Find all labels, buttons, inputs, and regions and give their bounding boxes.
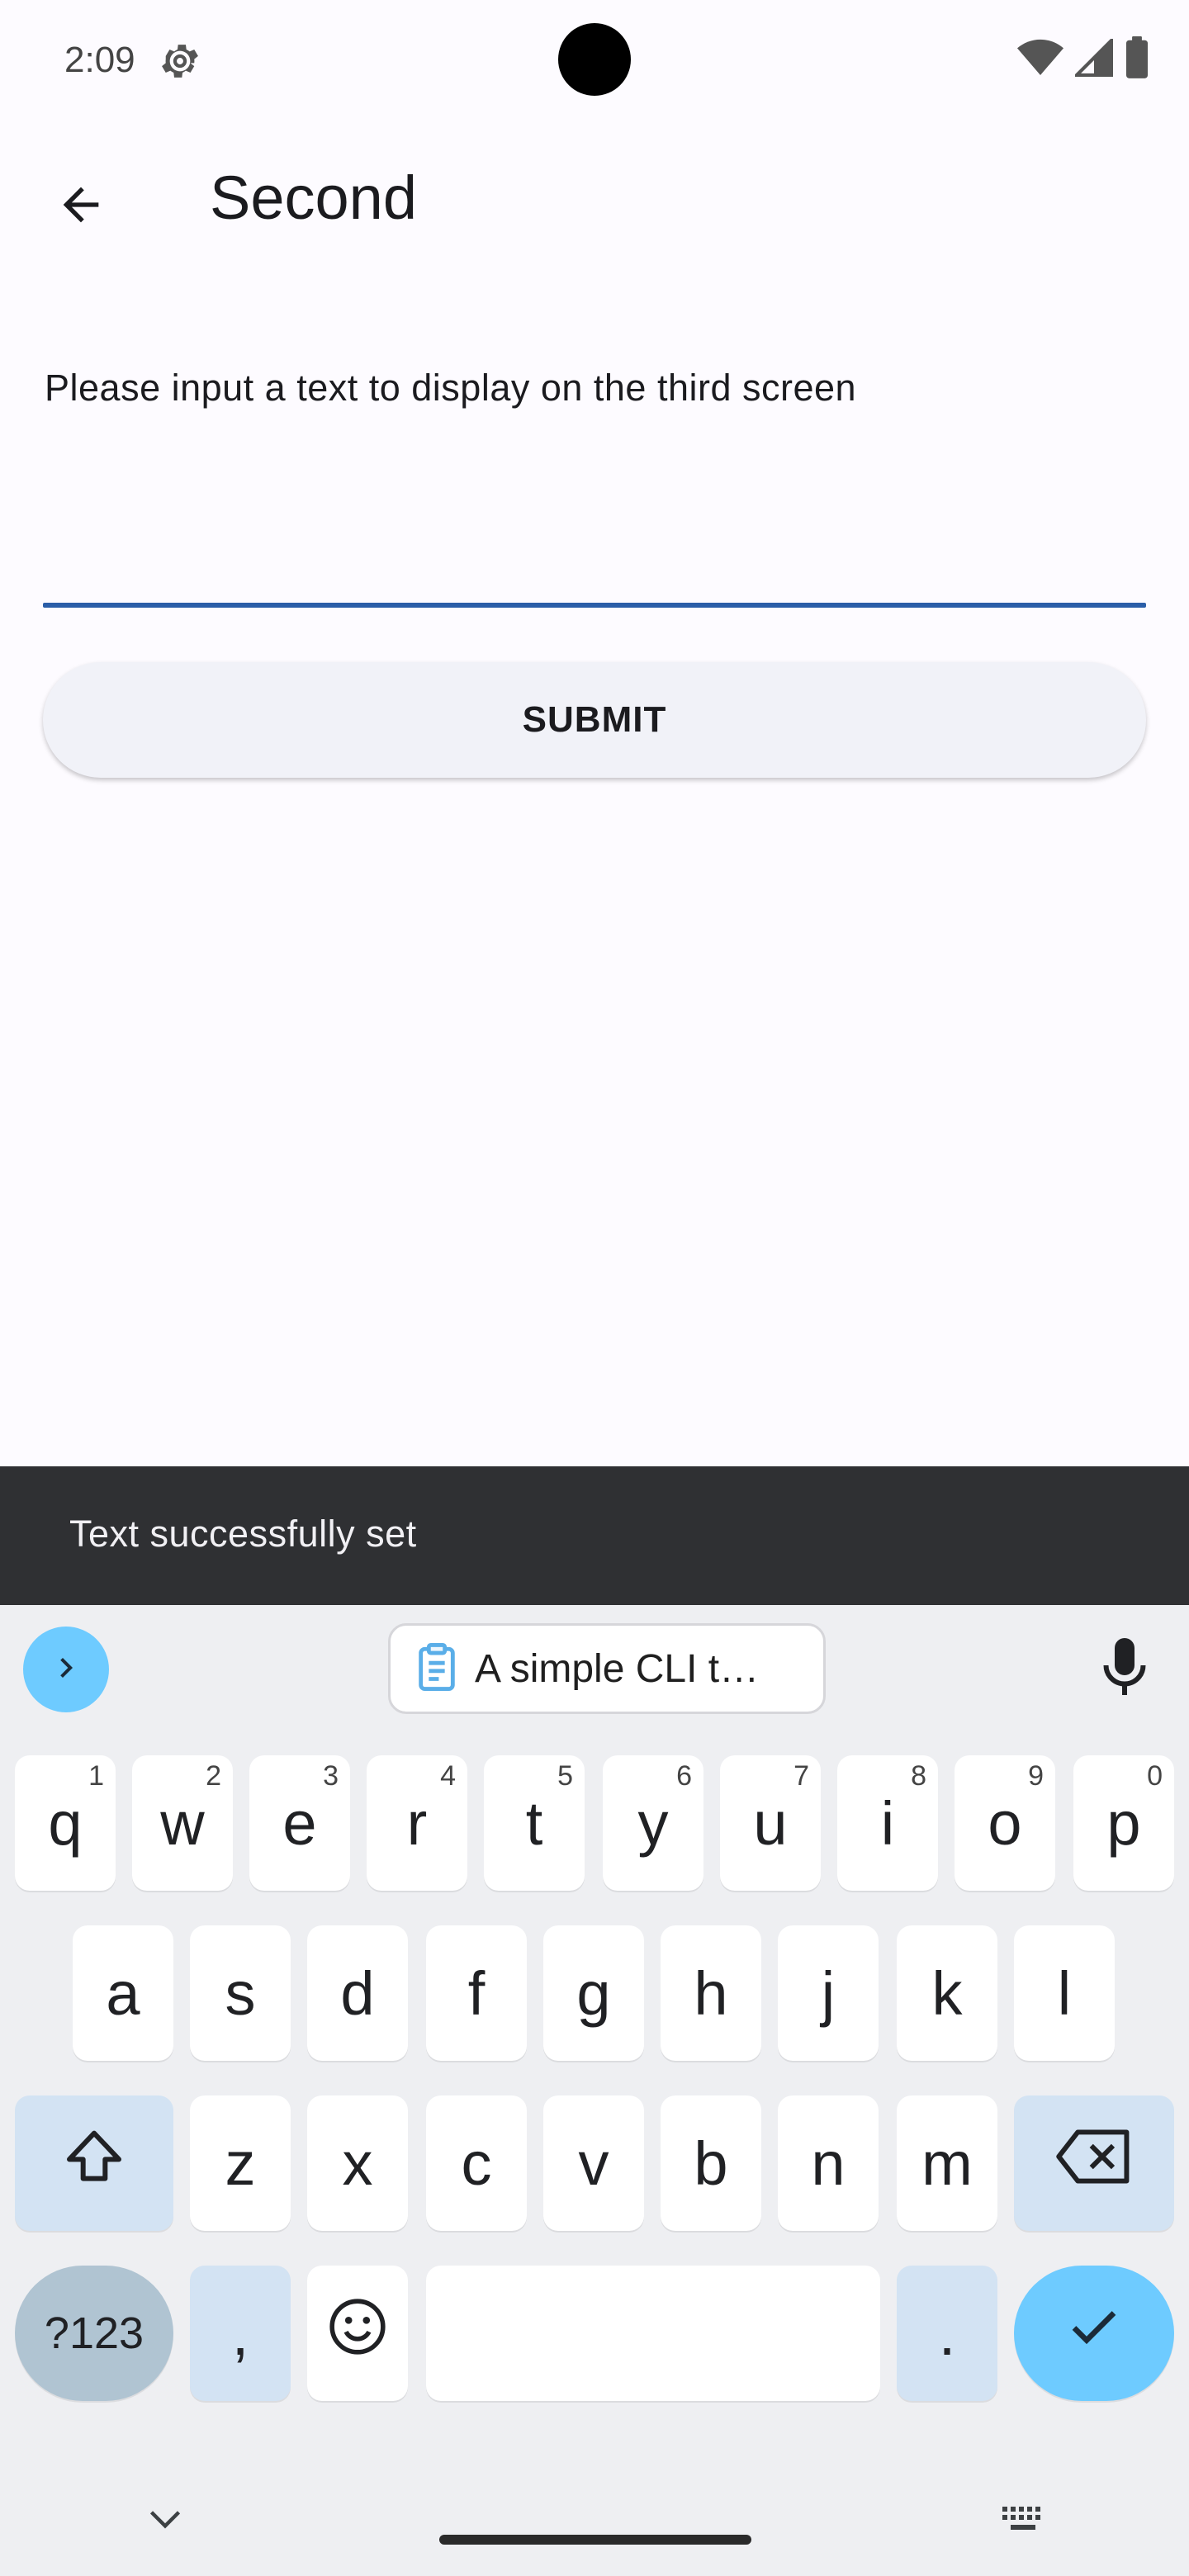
status-bar: 2:09: [0, 0, 1189, 119]
key-i[interactable]: i8: [837, 1755, 938, 1891]
key-v[interactable]: v: [543, 2095, 644, 2231]
status-icons: [1017, 36, 1149, 83]
key-hint: 7: [793, 1760, 809, 1792]
key-label: r: [406, 1788, 428, 1858]
comma-key[interactable]: ,: [190, 2266, 291, 2401]
chevron-down-icon: [147, 2507, 183, 2536]
key-label: q: [48, 1788, 83, 1858]
key-hint: 8: [911, 1760, 926, 1792]
arrow-back-icon: [54, 178, 107, 235]
status-time: 2:09: [64, 40, 135, 80]
key-c[interactable]: c: [426, 2095, 527, 2231]
page-title: Second: [210, 163, 417, 232]
wifi-icon: [1017, 38, 1063, 82]
text-input[interactable]: [43, 429, 1146, 594]
key-s[interactable]: s: [190, 1925, 291, 2061]
microphone-icon: [1100, 1637, 1149, 1702]
key-hint: 1: [88, 1760, 104, 1792]
keyboard-toolbar-expand-button[interactable]: [23, 1627, 109, 1712]
key-x[interactable]: x: [307, 2095, 408, 2231]
shift-key[interactable]: [15, 2095, 173, 2231]
key-label: p: [1106, 1788, 1141, 1858]
key-k[interactable]: k: [897, 1925, 997, 2061]
key-m[interactable]: m: [897, 2095, 997, 2231]
battery-icon: [1125, 36, 1149, 83]
key-hint: 2: [206, 1760, 221, 1792]
home-indicator[interactable]: [439, 2535, 751, 2545]
enter-key[interactable]: [1014, 2266, 1174, 2401]
back-button[interactable]: [35, 160, 127, 253]
key-y[interactable]: y6: [603, 1755, 703, 1891]
key-hint: 6: [676, 1760, 692, 1792]
key-z[interactable]: z: [190, 2095, 291, 2231]
cellular-signal-icon: [1073, 36, 1113, 81]
key-o[interactable]: o9: [955, 1755, 1055, 1891]
hide-keyboard-button[interactable]: [132, 2497, 198, 2546]
key-hint: 9: [1028, 1760, 1044, 1792]
key-label: t: [525, 1788, 543, 1858]
text-input-label: Please input a text to display on the th…: [45, 367, 857, 409]
text-input-underline: [43, 603, 1146, 608]
keyboard-icon: [1001, 2505, 1047, 2539]
key-n[interactable]: n: [778, 2095, 879, 2231]
key-j[interactable]: j: [778, 1925, 879, 2061]
emoji-key[interactable]: [307, 2266, 408, 2401]
camera-cutout: [558, 23, 631, 96]
submit-button[interactable]: SUBMIT: [43, 662, 1146, 778]
space-key[interactable]: [426, 2266, 880, 2401]
key-e[interactable]: e3: [249, 1755, 350, 1891]
key-hint: 3: [323, 1760, 339, 1792]
key-label: o: [988, 1788, 1022, 1858]
key-w[interactable]: w2: [132, 1755, 233, 1891]
key-l[interactable]: l: [1014, 1925, 1115, 2061]
emoji-icon: [327, 2296, 388, 2371]
key-p[interactable]: p0: [1073, 1755, 1174, 1891]
symbols-key[interactable]: ?123: [15, 2266, 173, 2401]
period-key[interactable]: .: [897, 2266, 997, 2401]
checkmark-icon: [1064, 2297, 1124, 2370]
app-bar: Second: [0, 119, 1189, 281]
key-label: y: [637, 1788, 669, 1858]
gear-icon: [157, 38, 203, 84]
key-d[interactable]: d: [307, 1925, 408, 2061]
key-label: u: [753, 1788, 788, 1858]
key-label: e: [282, 1788, 317, 1858]
key-a[interactable]: a: [73, 1925, 173, 2061]
key-hint: 4: [440, 1760, 456, 1792]
key-hint: 0: [1147, 1760, 1163, 1792]
clipboard-icon: [415, 1642, 458, 1695]
backspace-key[interactable]: [1014, 2095, 1174, 2231]
key-f[interactable]: f: [426, 1925, 527, 2061]
clipboard-suggestion-text: A simple CLI t…: [475, 1646, 760, 1691]
key-g[interactable]: g: [543, 1925, 644, 2061]
text-input-field[interactable]: Please input a text to display on the th…: [43, 363, 1146, 611]
key-label: w: [160, 1788, 205, 1858]
clipboard-suggestion-chip[interactable]: A simple CLI t…: [388, 1623, 826, 1714]
key-b[interactable]: b: [661, 2095, 761, 2231]
key-q[interactable]: q1: [15, 1755, 116, 1891]
key-u[interactable]: u7: [720, 1755, 821, 1891]
voice-input-button[interactable]: [1082, 1627, 1168, 1712]
key-label: i: [880, 1788, 895, 1858]
key-r[interactable]: r4: [367, 1755, 467, 1891]
switch-keyboard-button[interactable]: [991, 2497, 1057, 2546]
backspace-icon: [1056, 2128, 1132, 2200]
key-t[interactable]: t5: [484, 1755, 585, 1891]
soft-keyboard: A simple CLI t… q1 w2 e3 r4 t5 y6 u7 i8 …: [0, 1605, 1189, 2576]
key-h[interactable]: h: [661, 1925, 761, 2061]
snackbar-message: Text successfully set: [69, 1513, 417, 1555]
shift-icon: [61, 2124, 127, 2204]
chevron-right-icon: [46, 1648, 86, 1692]
key-hint: 5: [557, 1760, 573, 1792]
snackbar: Text successfully set: [0, 1466, 1189, 1605]
